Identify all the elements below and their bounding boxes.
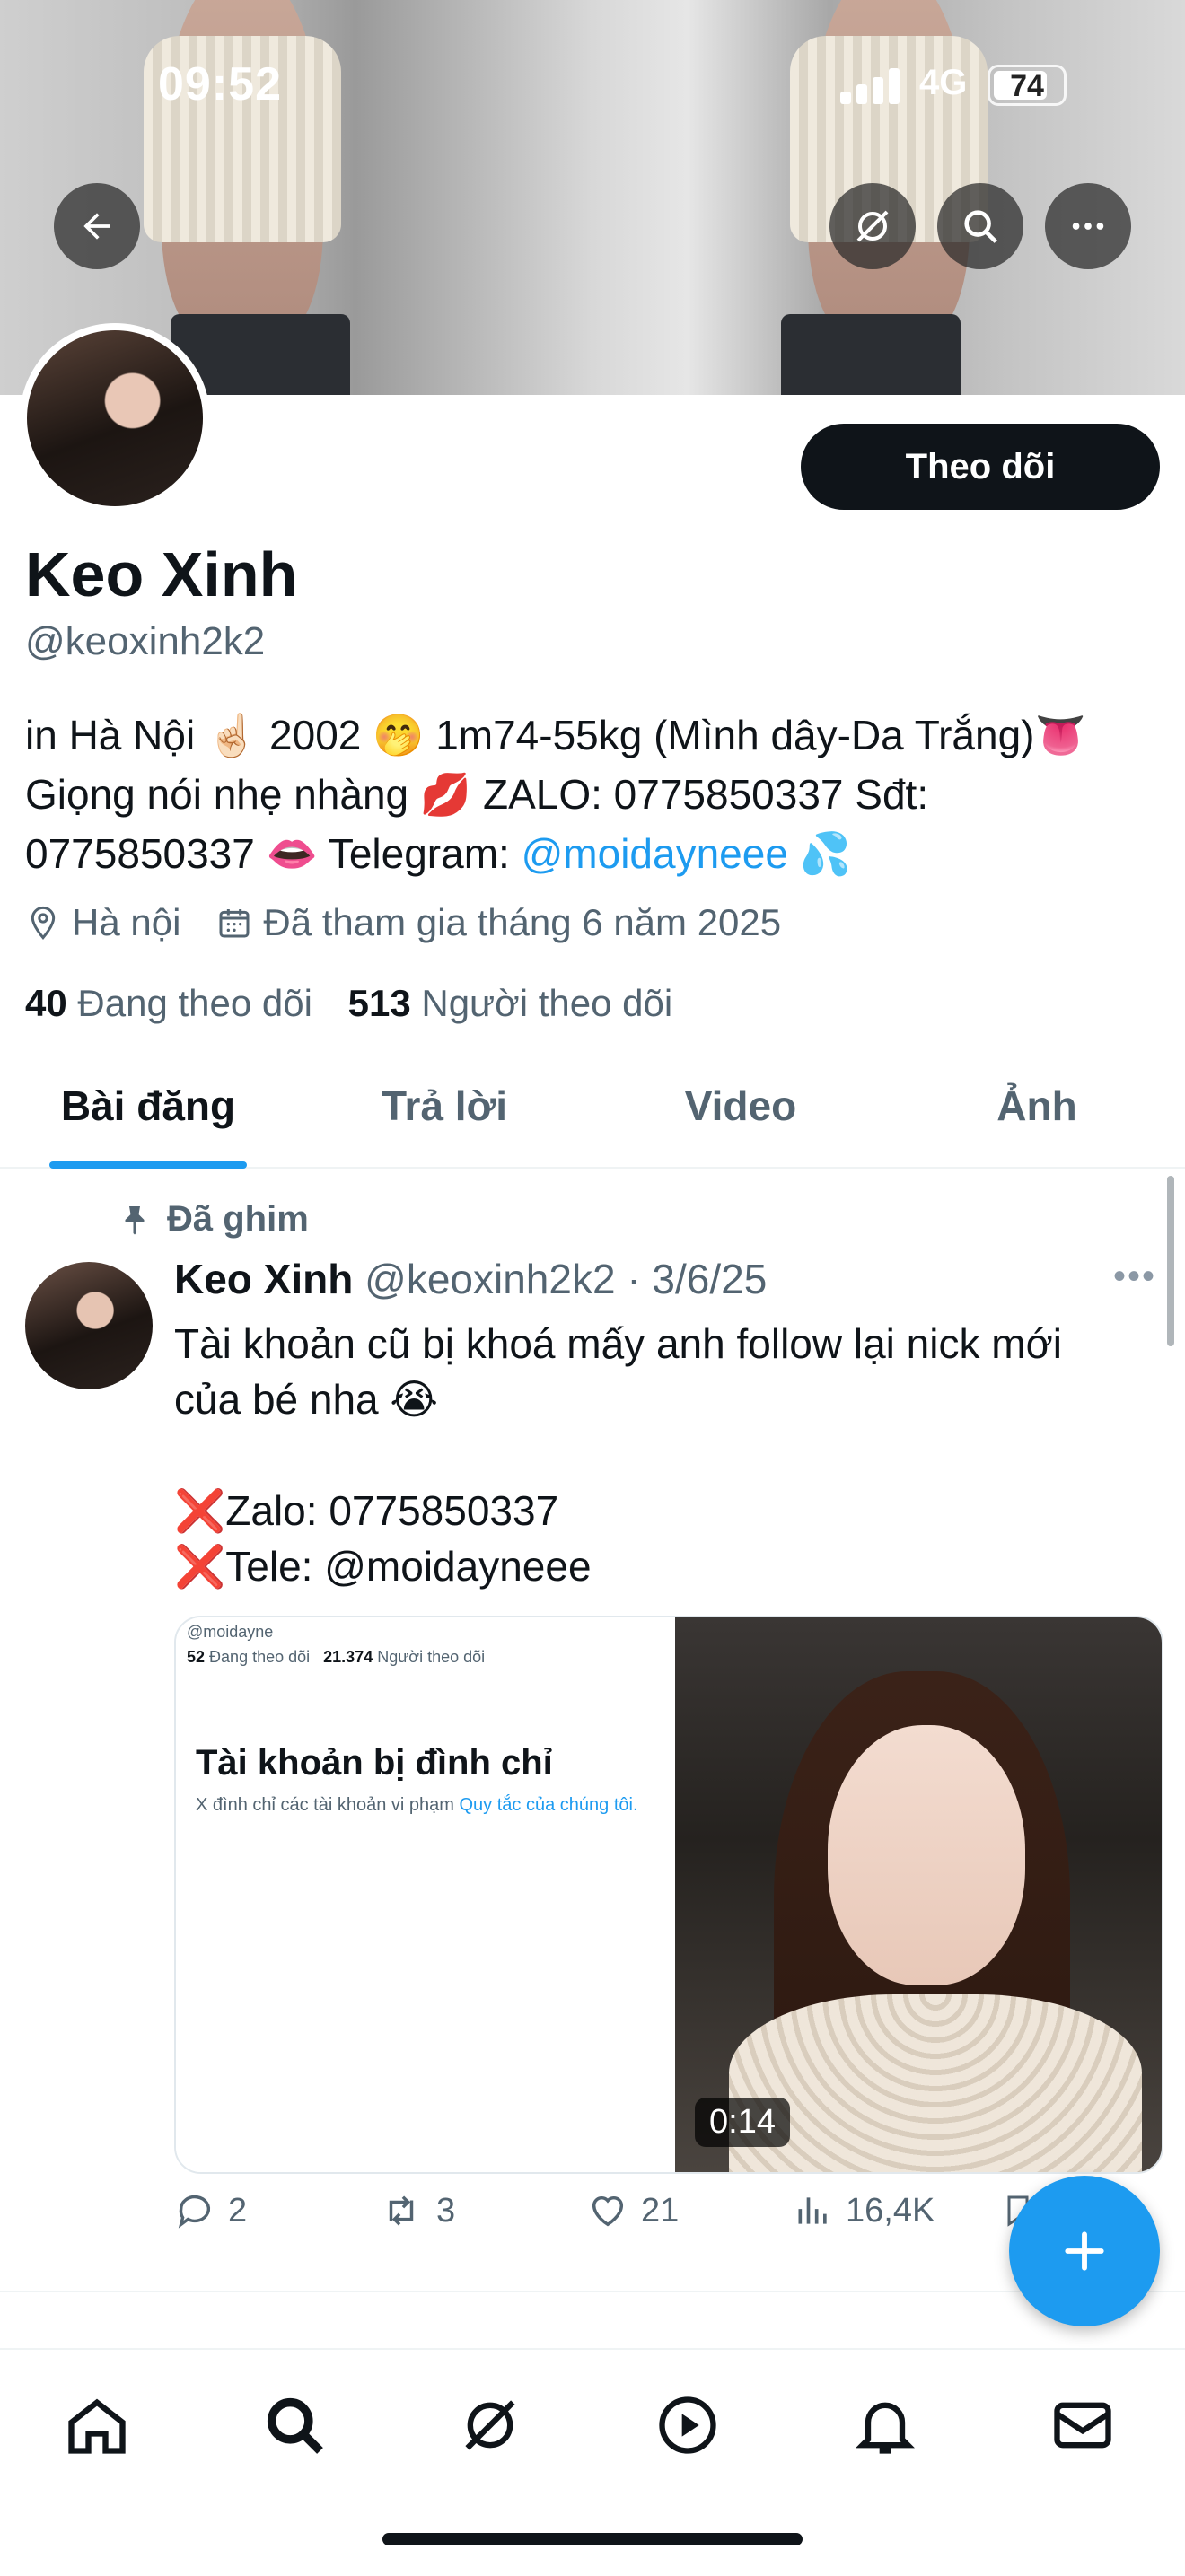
home-indicator (382, 2533, 803, 2545)
grok-button[interactable] (830, 183, 916, 269)
tab-label: Trả lời (381, 1082, 508, 1129)
tele-line: Tele: @moidayneee (225, 1543, 592, 1590)
suspended-sub: X đình chỉ các tài khoản vi phạm Quy tắc… (196, 1795, 638, 1815)
location-text: Hà nội (72, 901, 181, 943)
post-line: của bé nha 😭 (174, 1376, 439, 1423)
video-play-icon[interactable] (654, 2391, 722, 2464)
suspended-title: Tài khoản bị đình chỉ (196, 1743, 553, 1783)
plus-icon (1065, 2231, 1104, 2271)
screenshot-image[interactable]: @moidayne 52 Đang theo dõi 21.374 Người … (176, 1617, 675, 2172)
signal-icon (840, 68, 903, 104)
profile-bio: in Hà Nội ☝🏻 2002 🤭 1m74-55kg (Mình dây-… (25, 705, 1165, 883)
cross-mark-icon: ❌ (174, 1487, 226, 1534)
post-line: Tài khoản cũ bị khoá mấy anh follow lại … (174, 1320, 1062, 1367)
bio-text: 0775850337 👄 Telegram: (25, 830, 522, 877)
messages-mail-icon[interactable] (1049, 2391, 1117, 2464)
active-tab-indicator (49, 1161, 247, 1169)
repost-count: 3 (436, 2191, 456, 2230)
views-button[interactable]: 16,4K (794, 2190, 935, 2231)
views-icon (798, 2197, 827, 2224)
calendar-icon (219, 909, 250, 938)
profile-name: Keo Xinh (25, 539, 298, 609)
profile-avatar[interactable] (20, 323, 210, 513)
post-meta: @keoxinh2k2 · 3/6/25 (364, 1256, 768, 1302)
pinned-indicator: Đã ghim (118, 1199, 309, 1240)
heart-icon (592, 2195, 624, 2227)
profile-meta: Hà nội Đã tham gia tháng 6 năm 2025 (25, 901, 781, 944)
grok-icon (856, 210, 889, 242)
back-button[interactable] (54, 183, 140, 269)
tab-posts[interactable]: Bài đăng (0, 1068, 296, 1169)
reply-icon (178, 2195, 211, 2229)
video-thumbnail[interactable]: 0:14 (675, 1617, 1162, 2172)
follow-button[interactable]: Theo dõi (801, 424, 1160, 510)
followers-link[interactable]: 513 Người theo dõi (348, 982, 673, 1024)
tab-video[interactable]: Video (592, 1068, 889, 1167)
post-author[interactable]: Keo Xinh (174, 1256, 353, 1302)
repost-button[interactable]: 3 (379, 2190, 455, 2231)
cross-mark-icon: ❌ (174, 1543, 226, 1590)
telegram-link[interactable]: @moidayneee (522, 830, 788, 877)
post-actions: 2 3 21 16,4K (174, 2190, 1072, 2244)
more-icon (1072, 223, 1104, 230)
arrow-left-icon (83, 213, 110, 240)
zalo-line: Zalo: 0775850337 (225, 1487, 559, 1534)
post-text: Tài khoản cũ bị khoá mấy anh follow lại … (174, 1316, 1144, 1594)
explore-search-icon[interactable] (260, 2391, 329, 2464)
post-line: ❌Tele: @moidayneee (174, 1538, 1144, 1594)
repost-icon (389, 2195, 414, 2226)
post-line: ❌Zalo: 0775850337 (174, 1483, 1144, 1538)
status-time: 09:52 (158, 58, 282, 110)
post-avatar[interactable] (25, 1262, 153, 1389)
bio-text: 💦 (787, 830, 851, 877)
bio-line: in Hà Nội ☝🏻 2002 🤭 1m74-55kg (Mình dây-… (25, 712, 1086, 758)
reply-button[interactable]: 2 (174, 2190, 247, 2231)
post-header: Keo Xinh @keoxinh2k2 · 3/6/25 (174, 1255, 767, 1303)
avatar-image (27, 330, 203, 506)
mini-counts: 52 Đang theo dõi 21.374 Người theo dõi (187, 1648, 486, 1666)
notifications-bell-icon[interactable] (851, 2391, 919, 2464)
profile-handle: @keoxinh2k2 (25, 619, 266, 663)
network-type: 4G (919, 63, 968, 102)
pin-icon (125, 1205, 145, 1234)
more-button[interactable] (1045, 183, 1131, 269)
tab-photos[interactable]: Ảnh (889, 1068, 1185, 1167)
followers-label: Người theo dõi (421, 982, 673, 1024)
post-more-icon[interactable]: ••• (1113, 1257, 1156, 1297)
tab-label: Bài đăng (60, 1082, 236, 1129)
view-count: 16,4K (846, 2191, 935, 2230)
like-button[interactable]: 21 (587, 2190, 679, 2231)
following-link[interactable]: 40 Đang theo dõi (25, 982, 312, 1024)
tab-replies[interactable]: Trả lời (296, 1068, 592, 1167)
battery-level: 74 (1010, 69, 1044, 103)
battery-icon: 74 (988, 65, 1066, 106)
following-count: 40 (25, 982, 67, 1024)
mini-handle: @moidayne (187, 1623, 274, 1641)
like-count: 21 (641, 2191, 680, 2230)
grok-icon[interactable] (456, 2391, 524, 2464)
bio-line: 0775850337 👄 Telegram: @moidayneee 💦 (25, 824, 1165, 883)
scrollbar[interactable] (1167, 1176, 1174, 1346)
search-button[interactable] (937, 183, 1023, 269)
tab-label: Ảnh (996, 1082, 1077, 1129)
video-duration: 0:14 (695, 2098, 790, 2147)
following-label: Đang theo dõi (77, 982, 312, 1024)
reply-count: 2 (228, 2191, 248, 2230)
post-media[interactable]: @moidayne 52 Đang theo dõi 21.374 Người … (174, 1616, 1163, 2174)
bio-line: Giọng nói nhẹ nhàng 💋 ZALO: 0775850337 S… (25, 771, 929, 818)
post-divider (0, 2291, 1185, 2292)
joined-text: Đã tham gia tháng 6 năm 2025 (263, 901, 782, 943)
pinned-label: Đã ghim (167, 1199, 309, 1239)
profile-tabs: Bài đăng Trả lời Video Ảnh (0, 1068, 1185, 1169)
location-icon (31, 906, 56, 940)
compose-button[interactable] (1009, 2176, 1160, 2326)
tab-label: Video (684, 1082, 797, 1129)
follow-counts: 40 Đang theo dõi 513 Người theo dõi (25, 982, 672, 1025)
search-icon (964, 210, 997, 243)
followers-count: 513 (347, 982, 411, 1024)
home-icon[interactable] (63, 2391, 131, 2464)
